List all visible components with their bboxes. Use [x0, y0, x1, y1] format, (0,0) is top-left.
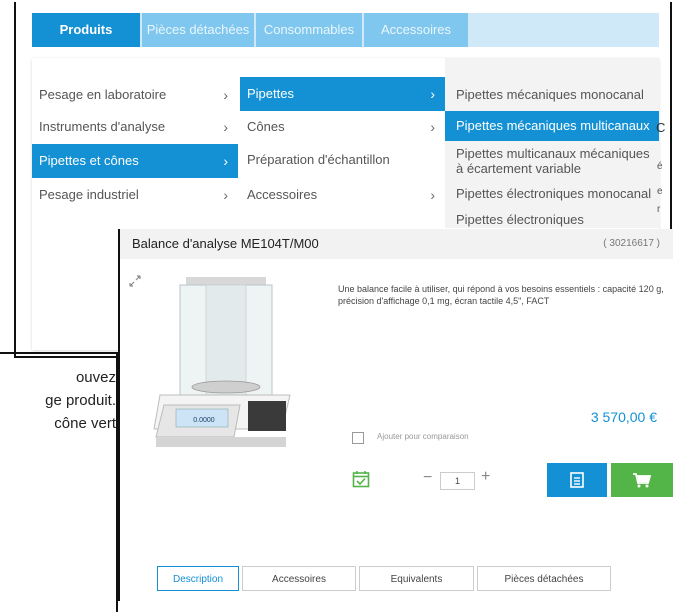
menu-item-cones[interactable]: Cônes › [240, 111, 445, 143]
menu-item-pipettes[interactable]: Pipettes › [240, 77, 445, 111]
overflow-letter: e [657, 186, 663, 197]
menu-item-label: Instruments d'analyse [39, 119, 166, 134]
tab-pieces-detachees-produit[interactable]: Pièces détachées [477, 566, 611, 591]
menu-item-label: Pipettes multicanaux mécaniques [456, 146, 650, 161]
menu-item-label: Pipettes et cônes [39, 153, 139, 168]
menu-item-pesage-laboratoire[interactable]: Pesage en laboratoire › [32, 79, 238, 111]
tab-accessoires-produit[interactable]: Accessoires [242, 566, 356, 591]
menu-item-pipettes-cones[interactable]: Pipettes et cônes › [32, 144, 238, 178]
chevron-right-icon: › [430, 187, 435, 203]
menu-item-pipettes-multicanaux-ecartement[interactable]: Pipettes multicanaux mécaniques à écarte… [445, 146, 659, 180]
menu-item-label: Accessoires [247, 187, 318, 202]
quantity-increase-button[interactable]: + [481, 468, 490, 486]
menu-item-label: Préparation d'échantillon [247, 152, 390, 167]
frame-spacer [14, 2, 16, 358]
menu-item-label: à écartement variable [456, 161, 582, 176]
submenu-pipettes: Pipettes mécaniques monocanal Pipettes m… [445, 58, 659, 228]
tab-pieces-detachees[interactable]: Pièces détachées [142, 13, 254, 47]
tab-consommables[interactable]: Consommables [256, 13, 362, 47]
product-card: Balance d'analyse ME104T/M00 ( 30216617 … [118, 229, 673, 601]
quantity-input[interactable]: 1 [440, 472, 475, 490]
tab-accessoires[interactable]: Accessoires [364, 13, 468, 47]
chevron-right-icon: › [430, 86, 435, 102]
overflow-letter: é [657, 161, 663, 172]
menu-item-pipettes-electroniques[interactable]: Pipettes électroniques [445, 209, 659, 229]
tip-frame-outline [0, 352, 118, 612]
menu-item-label: Pipettes [247, 86, 294, 101]
compare-checkbox[interactable] [352, 432, 364, 444]
quantity-decrease-button[interactable]: − [423, 469, 432, 487]
overflow-letter: C [656, 120, 666, 135]
menu-item-preparation-echantillon[interactable]: Préparation d'échantillon [240, 144, 445, 176]
compare-label[interactable]: Ajouter pour comparaison [377, 432, 469, 441]
product-reference: ( 30216617 ) [603, 238, 660, 249]
product-header: Balance d'analyse ME104T/M00 ( 30216617 … [120, 229, 673, 259]
menu-item-label: Pesage en laboratoire [39, 87, 167, 102]
add-to-list-button[interactable] [547, 463, 607, 497]
chevron-right-icon: › [223, 153, 228, 169]
product-description: Une balance facile à utiliser, qui répon… [338, 284, 664, 306]
list-icon [570, 472, 584, 488]
menu-item-label: Pipettes mécaniques multicanaux [456, 118, 650, 133]
menu-item-label: Pesage industriel [39, 187, 139, 202]
menu-item-pesage-industriel[interactable]: Pesage industriel › [32, 179, 238, 211]
balance-product-image: 0.0000 [153, 277, 291, 447]
chevron-right-icon: › [430, 119, 435, 135]
tab-description[interactable]: Description [157, 566, 239, 591]
chevron-right-icon: › [223, 187, 228, 203]
menu-item-pipettes-electroniques-monocanal[interactable]: Pipettes électroniques monocanal [445, 181, 659, 207]
add-to-cart-button[interactable] [611, 463, 673, 497]
menu-item-instruments-analyse[interactable]: Instruments d'analyse › [32, 111, 238, 143]
balance-display-value: 0.0000 [193, 417, 215, 424]
calendar-check-icon[interactable] [352, 470, 370, 488]
product-price: 3 570,00 € [590, 409, 657, 425]
menu-item-pipettes-mecaniques-monocanal[interactable]: Pipettes mécaniques monocanal [445, 79, 659, 111]
menu-item-accessoires[interactable]: Accessoires › [240, 179, 445, 211]
cart-icon [633, 473, 652, 488]
overflow-letter: r [657, 204, 661, 215]
chevron-right-icon: › [223, 119, 228, 135]
chevron-right-icon: › [223, 87, 228, 103]
tab-equivalents[interactable]: Equivalents [359, 566, 474, 591]
top-nav-bar: Produits Pièces détachées Consommables A… [32, 13, 659, 47]
expand-icon[interactable] [128, 274, 142, 288]
menu-item-pipettes-mecaniques-multicanaux[interactable]: Pipettes mécaniques multicanaux [445, 111, 659, 141]
tab-produits[interactable]: Produits [32, 13, 140, 47]
product-title[interactable]: Balance d'analyse ME104T/M00 [132, 236, 319, 251]
menu-item-label: Cônes [247, 119, 285, 134]
